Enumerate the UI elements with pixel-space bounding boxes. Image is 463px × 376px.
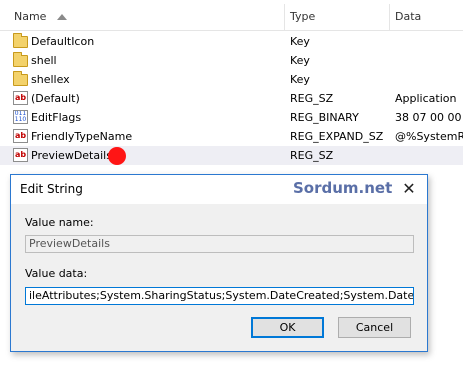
close-icon[interactable]: ✕ (397, 178, 421, 200)
column-header: Name Type Data (0, 0, 463, 31)
value-data-label: Value data: (25, 267, 88, 280)
dialog-titlebar[interactable]: Edit String Sordum.net ✕ (11, 175, 427, 204)
list-item[interactable]: ab (Default) REG_SZ Application (0, 89, 463, 108)
edit-string-dialog: Edit String Sordum.net ✕ Value name: Pre… (10, 174, 428, 352)
ok-button[interactable]: OK (251, 317, 324, 338)
list-item[interactable]: shell Key (0, 51, 463, 70)
value-name: (Default) (31, 92, 80, 105)
list-item-selected[interactable]: ab PreviewDetails REG_SZ (0, 146, 463, 165)
column-divider[interactable] (389, 4, 390, 30)
red-marker-dot (108, 147, 126, 165)
reg-sz-icon: ab (13, 129, 28, 143)
list-item[interactable]: DefaultIcon Key (0, 32, 463, 51)
value-type: Key (290, 73, 310, 86)
column-data[interactable]: Data (395, 0, 421, 30)
value-type: Key (290, 54, 310, 67)
folder-icon (13, 52, 28, 67)
value-name-label: Value name: (25, 216, 94, 229)
list-item[interactable]: shellex Key (0, 70, 463, 89)
value-name: FriendlyTypeName (31, 130, 133, 143)
cancel-button[interactable]: Cancel (338, 317, 411, 338)
column-divider[interactable] (284, 4, 285, 30)
list-item[interactable]: 011 110 EditFlags REG_BINARY 38 07 00 00 (0, 108, 463, 127)
value-type: REG_BINARY (290, 111, 359, 124)
folder-icon (13, 71, 28, 86)
value-name: shell (31, 54, 57, 67)
watermark: Sordum.net (293, 179, 393, 197)
reg-sz-icon: ab (13, 148, 28, 162)
sort-ascending-icon (57, 14, 67, 20)
value-type: REG_SZ (290, 92, 334, 105)
value-name: EditFlags (31, 111, 82, 124)
list-item[interactable]: ab FriendlyTypeName REG_EXPAND_SZ @%Syst… (0, 127, 463, 146)
value-data: Application (395, 92, 457, 105)
value-data-input[interactable]: ileAttributes;System.SharingStatus;Syste… (25, 287, 414, 305)
value-data: 38 07 00 00 (395, 111, 462, 124)
value-name: DefaultIcon (31, 35, 95, 48)
dialog-title: Edit String (20, 182, 83, 196)
value-type: Key (290, 35, 310, 48)
reg-sz-icon: ab (13, 91, 28, 105)
value-type: REG_EXPAND_SZ (290, 130, 384, 143)
column-name[interactable]: Name (14, 0, 46, 30)
value-type: REG_SZ (290, 149, 334, 162)
value-name: PreviewDetails (31, 149, 112, 162)
reg-binary-icon: 011 110 (13, 110, 28, 124)
value-name: shellex (31, 73, 70, 86)
value-data: @%SystemRo (395, 130, 463, 143)
folder-icon (13, 33, 28, 48)
value-name-field: PreviewDetails (25, 235, 414, 253)
column-type[interactable]: Type (290, 0, 315, 30)
